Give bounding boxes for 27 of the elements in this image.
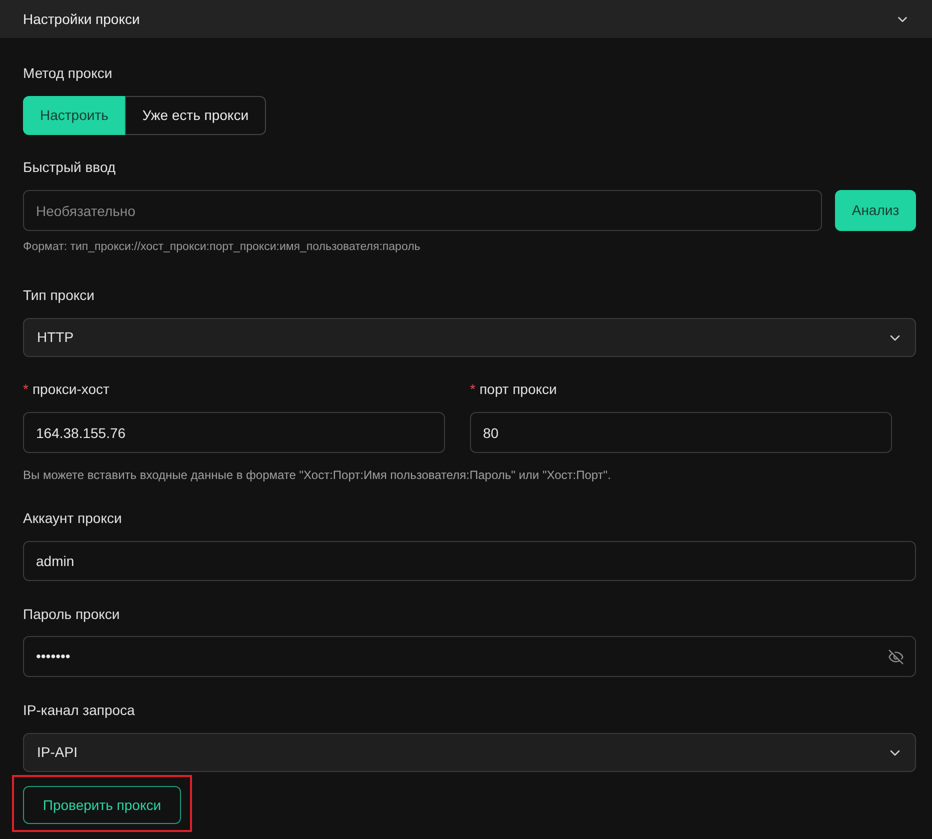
required-mark: * bbox=[23, 380, 28, 398]
eye-off-icon[interactable] bbox=[888, 648, 904, 664]
field-label: IP-канал запроса bbox=[23, 700, 135, 720]
input-field[interactable]: 164.38.155.76 bbox=[23, 412, 445, 453]
input-field[interactable]: Необязательно bbox=[23, 190, 822, 231]
check-proxy-button[interactable]: Проверить прокси bbox=[23, 786, 181, 824]
field-label: Тип прокси bbox=[23, 286, 94, 305]
input-field[interactable]: admin bbox=[23, 541, 916, 581]
select-field[interactable]: HTTP bbox=[23, 318, 916, 357]
format-hint: Формат: тип_прокси://хост_прокси:порт_прокси:имя_пользователя:пароль bbox=[23, 240, 422, 255]
password-value: ••••••• bbox=[36, 647, 70, 666]
select-field[interactable]: IP-API bbox=[23, 733, 916, 772]
panel-header[interactable]: Настройки прокси bbox=[0, 0, 932, 38]
password-field[interactable]: ••••••• bbox=[23, 636, 916, 677]
field-label: Быстрый ввод bbox=[23, 158, 116, 177]
panel-title: Настройки прокси bbox=[23, 10, 140, 29]
method-tab[interactable]: Уже есть прокси bbox=[125, 96, 266, 135]
method-tab[interactable]: Настроить bbox=[23, 96, 126, 135]
field-label: прокси-хост bbox=[32, 380, 110, 399]
field-label: порт прокси bbox=[479, 380, 557, 399]
address-hint: Вы можете вставить входные данные в формате "Хост:Порт:Имя пользователя:Пароль" или "Хост:Порт". bbox=[23, 467, 612, 483]
field-label: Метод прокси bbox=[23, 64, 112, 83]
field-label: Пароль прокси bbox=[23, 604, 120, 624]
field-label: Аккаунт прокси bbox=[23, 508, 122, 528]
input-field[interactable]: 80 bbox=[470, 412, 892, 453]
analyze-button[interactable]: Анализ bbox=[835, 190, 916, 231]
required-mark: * bbox=[470, 380, 476, 398]
